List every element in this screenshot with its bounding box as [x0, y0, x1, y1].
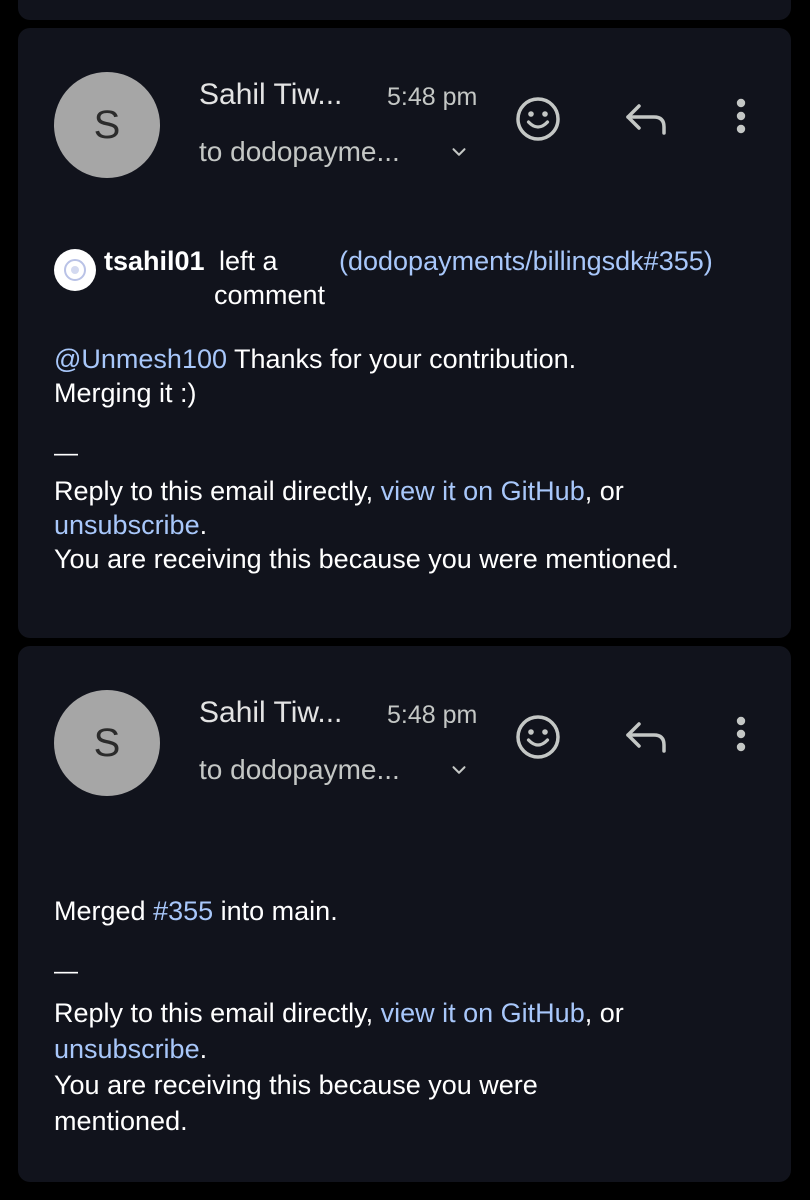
view-on-github-link[interactable]: view it on GitHub: [381, 998, 585, 1028]
message-time: 5:48 pm: [387, 83, 478, 111]
sender-avatar[interactable]: S: [54, 690, 160, 796]
reply-arrow-icon[interactable]: [624, 98, 670, 138]
chevron-down-icon[interactable]: [448, 759, 470, 781]
more-vert-icon[interactable]: [731, 98, 751, 138]
footer-end: .: [199, 510, 208, 540]
sender-avatar[interactable]: S: [54, 72, 160, 178]
previous-message-card: [18, 0, 791, 20]
avatar-letter: S: [93, 720, 121, 765]
recipient-line[interactable]: to dodopayme...: [199, 754, 400, 786]
comment-text-line2: Merging it :): [54, 378, 197, 408]
comment-action-text: left a: [219, 246, 278, 276]
message-card[interactable]: S Sahil Tiw... 5:48 pm to dodopayme... M…: [18, 646, 791, 1182]
chevron-down-icon[interactable]: [448, 141, 470, 163]
repo-reference-link[interactable]: (dodopayments/billingsdk#355): [339, 246, 713, 277]
comment-action-text-cont: comment: [214, 280, 326, 310]
email-footer: Reply to this email directly, view it on…: [54, 474, 679, 576]
smiley-icon[interactable]: [514, 95, 562, 143]
footer-mid: , or: [584, 998, 624, 1028]
mention-link[interactable]: @Unmesh100: [54, 344, 227, 374]
unsubscribe-link[interactable]: unsubscribe: [54, 510, 200, 540]
message-time: 5:48 pm: [387, 701, 478, 729]
separator: —: [54, 958, 78, 985]
comment-body: @Unmesh100 Thanks for your contribution.…: [54, 342, 576, 410]
message-card[interactable]: S Sahil Tiw... 5:48 pm to dodopayme... t…: [18, 28, 791, 638]
more-vert-icon[interactable]: [731, 716, 751, 756]
footer-mid: , or: [584, 476, 624, 506]
merged-prefix: Merged: [54, 896, 154, 926]
footer-reason: You are receiving this because you were …: [54, 544, 679, 574]
footer-reason-cont: mentioned.: [54, 1106, 188, 1136]
comment-text: Thanks for your contribution.: [227, 344, 577, 374]
unsubscribe-link[interactable]: unsubscribe: [54, 1034, 200, 1064]
merged-suffix: into main.: [213, 896, 338, 926]
separator: —: [54, 440, 78, 467]
email-footer: Reply to this email directly, view it on…: [54, 995, 624, 1139]
merge-notice: Merged #355 into main.: [54, 894, 338, 928]
view-on-github-link[interactable]: view it on GitHub: [381, 476, 585, 506]
footer-prefix: Reply to this email directly,: [54, 998, 381, 1028]
footer-end: .: [199, 1034, 208, 1064]
avatar-letter: S: [93, 102, 121, 147]
sender-name: Sahil Tiw...: [199, 696, 343, 729]
footer-prefix: Reply to this email directly,: [54, 476, 381, 506]
github-user-avatar: [54, 249, 96, 291]
pull-request-link[interactable]: #355: [153, 896, 213, 926]
github-username[interactable]: tsahil01: [104, 246, 205, 277]
smiley-icon[interactable]: [514, 713, 562, 761]
sender-name: Sahil Tiw...: [199, 78, 343, 111]
footer-reason: You are receiving this because you were: [54, 1070, 538, 1100]
reply-arrow-icon[interactable]: [624, 716, 670, 756]
recipient-line[interactable]: to dodopayme...: [199, 136, 400, 168]
github-avatar-image-icon: [64, 259, 86, 281]
